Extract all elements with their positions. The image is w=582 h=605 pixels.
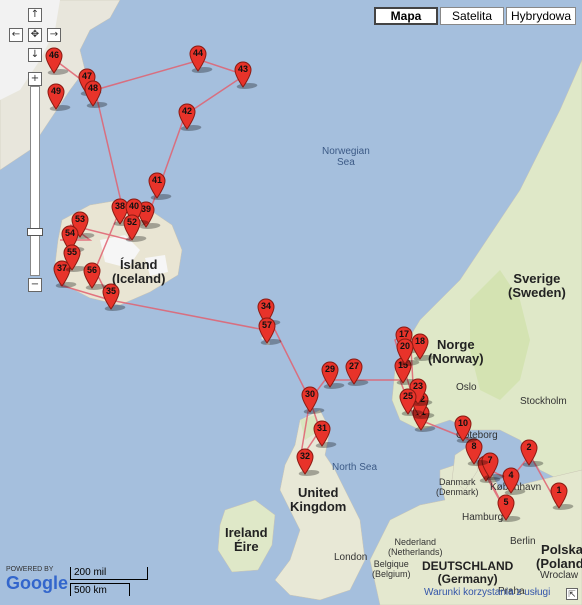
terms-link[interactable]: Warunki korzystania z usługi [424,587,550,598]
route-marker-41[interactable]: 41 [148,172,172,200]
route-marker-42[interactable]: 42 [178,103,202,131]
google-logo[interactable]: POWERED BY Google [6,566,68,594]
route-marker-label: 46 [48,50,59,60]
norwegian-sea-label: Norwegian Sea [322,146,370,168]
route-marker-label: 57 [261,320,272,330]
route-marker-label: 30 [304,389,315,399]
zoom-in-button[interactable]: + [28,72,42,86]
pan-left-button[interactable]: ← [9,28,23,42]
route-marker-label: 2 [526,442,532,452]
pan-down-button[interactable]: ↓ [28,48,42,62]
route-marker-label: 48 [87,83,98,93]
route-marker-label: 29 [324,364,335,374]
route-marker-29[interactable]: 29 [321,361,345,389]
route-marker-label: 1 [556,485,562,495]
poland-label: Polska(Poland) [536,542,582,572]
scale-bar: 200 mil 500 km [70,567,160,597]
zoom-slider-handle[interactable] [27,228,43,236]
route-marker-label: 53 [74,214,85,224]
route-marker-label: 54 [64,228,75,238]
route-marker-label: 56 [86,265,97,275]
route-marker-label: 41 [151,175,162,185]
map-type-satelita-button[interactable]: Satelita [440,7,504,25]
route-marker-46[interactable]: 46 [45,47,69,75]
map-type-hybrydowa-button[interactable]: Hybrydowa [506,7,576,25]
pan-right-button[interactable]: → [47,28,61,42]
route-marker-2[interactable]: 2 [520,439,544,467]
route-marker-label: 31 [316,423,327,433]
netherlands-label: Nederland (Netherlands) [388,537,443,557]
route-marker-30[interactable]: 30 [301,386,325,414]
route-marker-20[interactable]: 20 [396,338,420,366]
pan-up-button[interactable]: ↑ [28,8,42,22]
route-marker-label: 43 [237,64,248,74]
route-marker-10[interactable]: 10 [454,415,478,443]
north-sea-label: North Sea [332,462,378,473]
route-marker-label: 34 [260,301,271,311]
route-marker-label: 32 [299,451,310,461]
route-marker-label: 42 [181,106,192,116]
route-marker-label: 52 [126,217,137,227]
route-marker-52[interactable]: 52 [123,214,147,242]
route-marker-label: 25 [402,391,413,401]
route-marker-25[interactable]: 25 [399,388,423,416]
route-marker-48[interactable]: 48 [84,80,108,108]
route-marker-label: 55 [66,247,77,257]
map-type-mapa-button[interactable]: Mapa [374,7,438,25]
route-marker-31[interactable]: 31 [313,420,337,448]
sweden-label: Sverige (Sweden) [508,271,566,301]
route-marker-1[interactable]: 1 [550,482,574,510]
city-stockholm: Stockholm [520,396,567,407]
city-berlin: Berlin [510,536,536,547]
germany-label: DEUTSCHLAND (Germany) [422,559,514,587]
city-oslo: Oslo [456,382,477,393]
route-marker-43[interactable]: 43 [234,61,258,89]
pan-center-button[interactable]: ✥ [28,28,42,42]
zoom-slider-track[interactable] [30,86,40,276]
route-marker-44[interactable]: 44 [189,45,213,73]
city-wroclaw: Wroclaw [540,570,579,581]
route-marker-label: 10 [457,418,468,428]
route-marker-49[interactable]: 49 [47,83,71,111]
route-marker-label: 44 [192,48,203,58]
overview-toggle-icon[interactable]: ⇱ [566,588,578,600]
route-marker-label: 40 [128,201,139,211]
zoom-out-button[interactable]: − [28,278,42,292]
city-london: London [334,552,368,563]
route-marker-32[interactable]: 32 [296,448,320,476]
map-canvas[interactable]: Norwegian Sea North Sea Ísland (Iceland) N… [0,0,582,605]
ireland-label: Ireland Éire [225,525,268,555]
route-marker-label: 20 [399,341,410,351]
route-marker-label: 49 [50,86,61,96]
route-marker-label: 5 [503,497,509,507]
uk-label: United Kingdom [290,485,347,515]
route-marker-57[interactable]: 57 [258,317,282,345]
denmark-label: Danmark (Denmark) [436,477,479,497]
route-marker-55[interactable]: 55 [63,244,87,272]
belgium-label: Belgique (Belgium) [372,559,411,579]
route-marker-5[interactable]: 5 [497,494,521,522]
route-marker-56[interactable]: 56 [83,262,107,290]
